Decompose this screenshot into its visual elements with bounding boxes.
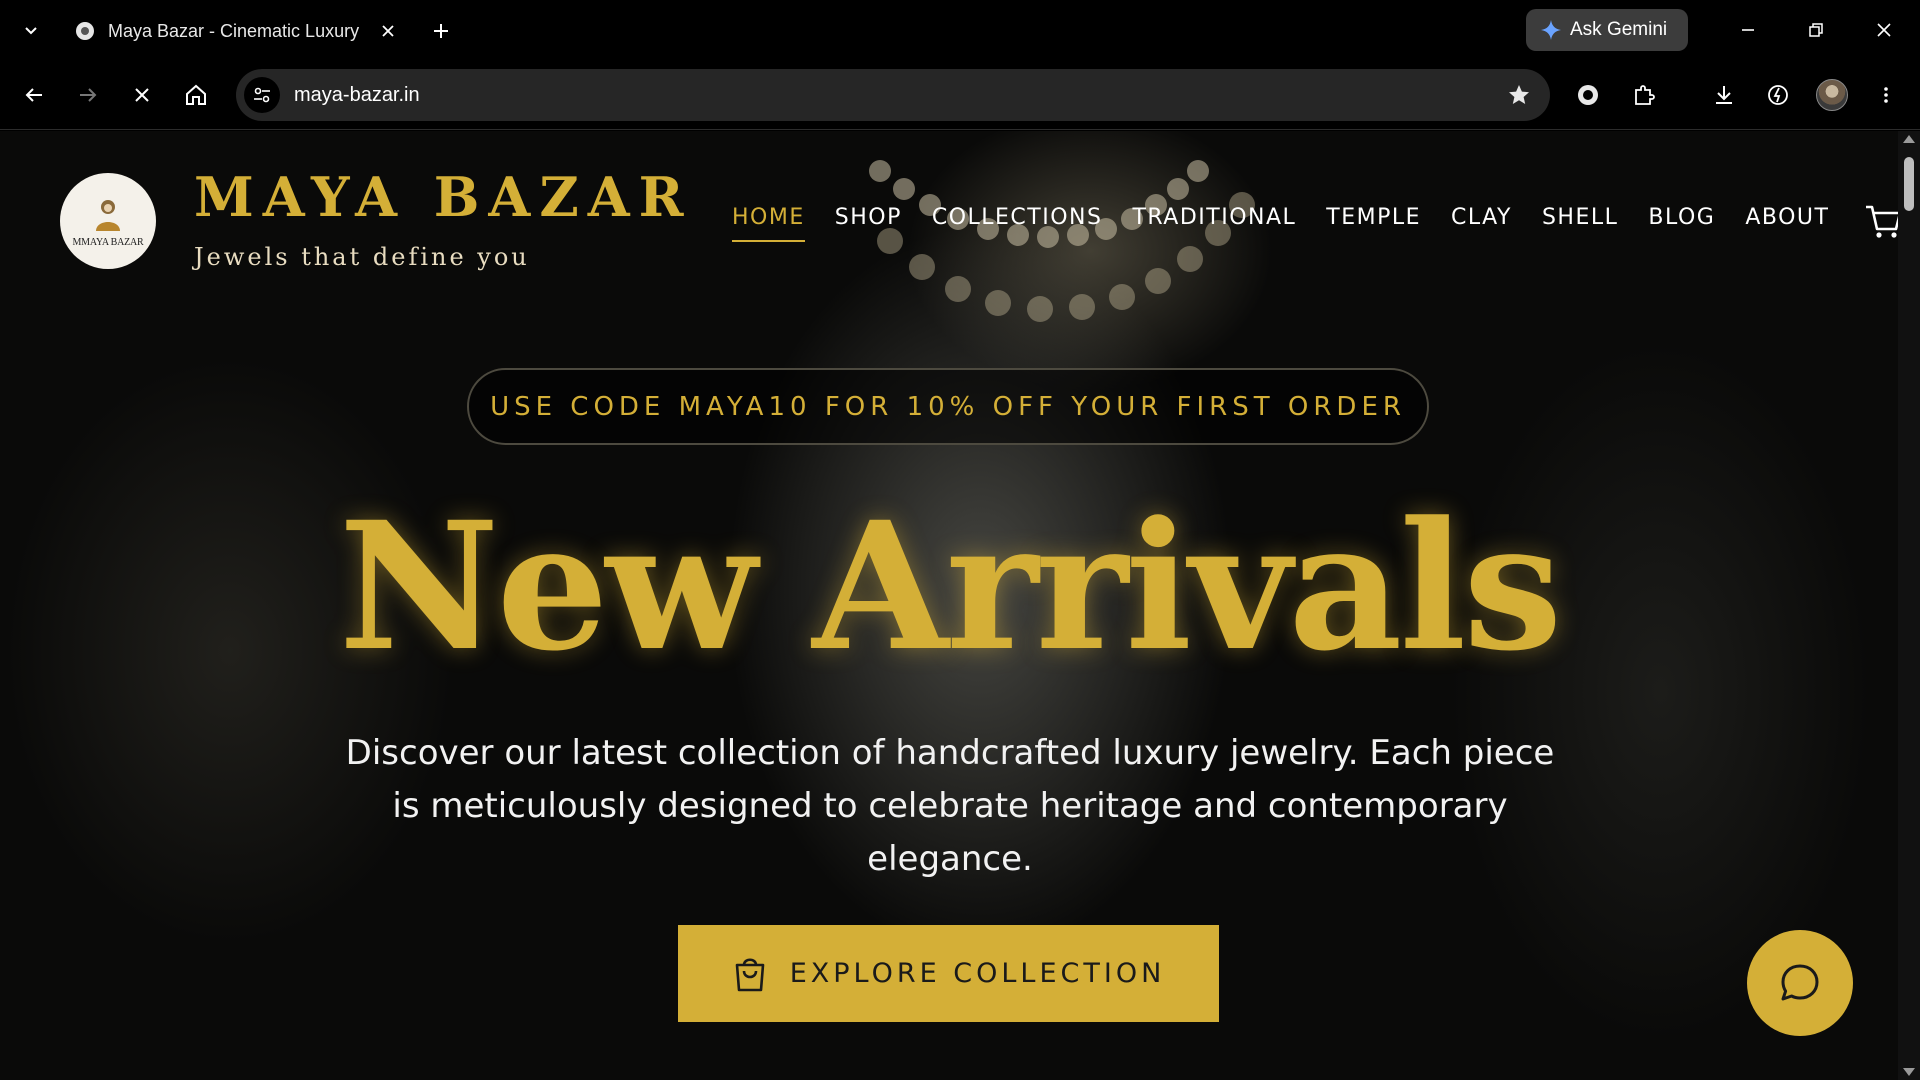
brand-name[interactable]: MAYA BAZAR xyxy=(194,165,693,229)
tune-icon xyxy=(254,87,270,103)
performance-button[interactable] xyxy=(1758,75,1798,115)
nav-item-temple[interactable]: TEMPLE xyxy=(1326,205,1421,242)
chat-bubble-icon xyxy=(1781,964,1819,1001)
pearl-necklace-image xyxy=(869,160,1255,322)
page-scrollbar[interactable] xyxy=(1898,131,1920,1080)
promo-banner: USE CODE MAYA10 FOR 10% OFF YOUR FIRST O… xyxy=(467,368,1429,445)
close-icon xyxy=(382,25,394,37)
chevron-down-icon xyxy=(25,27,37,35)
scrollbar-thumb[interactable] xyxy=(1904,157,1914,211)
promo-text: USE CODE MAYA10 FOR 10% OFF YOUR FIRST O… xyxy=(490,391,1406,422)
tab-close-button[interactable] xyxy=(376,19,400,43)
browser-tab[interactable]: Maya Bazar - Cinematic Luxury xyxy=(62,8,410,54)
explore-collection-label: EXPLORE COLLECTION xyxy=(789,958,1166,989)
close-icon xyxy=(1877,23,1891,37)
downloads-button[interactable] xyxy=(1704,75,1744,115)
speedometer-icon xyxy=(1768,85,1788,105)
back-button[interactable] xyxy=(14,75,54,115)
profile-button[interactable] xyxy=(1812,75,1852,115)
hero-description: Discover our latest collection of handcr… xyxy=(345,733,1555,879)
gemini-sparkle-icon xyxy=(1541,20,1561,40)
browser-menu-button[interactable] xyxy=(1866,75,1906,115)
browser-toolbar: maya-bazar.in xyxy=(0,60,1920,130)
star-icon xyxy=(1509,85,1529,104)
nav-item-traditional[interactable]: TRADITIONAL xyxy=(1132,205,1296,242)
stop-loading-button[interactable] xyxy=(122,75,162,115)
forward-button[interactable] xyxy=(68,75,108,115)
more-vertical-icon xyxy=(1884,87,1888,103)
extensions-button[interactable] xyxy=(1624,75,1664,115)
arrow-left-icon xyxy=(25,88,42,102)
nav-item-about[interactable]: ABOUT xyxy=(1745,205,1829,242)
logo-figure-icon xyxy=(96,199,120,231)
nav-item-shop[interactable]: SHOP xyxy=(835,205,902,242)
arrow-right-icon xyxy=(80,88,97,102)
site-info-button[interactable] xyxy=(244,77,280,113)
nav-item-blog[interactable]: BLOG xyxy=(1648,205,1715,242)
ask-gemini-button[interactable]: Ask Gemini xyxy=(1526,9,1688,51)
new-tab-button[interactable] xyxy=(424,14,458,48)
site-logo[interactable]: MMAYA BAZAR xyxy=(60,173,156,269)
home-button[interactable] xyxy=(176,75,216,115)
scroll-up-arrow-icon[interactable] xyxy=(1903,135,1915,143)
download-icon xyxy=(1716,86,1732,104)
nav-item-clay[interactable]: CLAY xyxy=(1451,205,1512,242)
minimize-icon xyxy=(1742,29,1754,31)
puzzle-icon xyxy=(1635,85,1655,105)
nav-item-home[interactable]: HOME xyxy=(732,205,805,242)
main-nav: HOME SHOP COLLECTIONS TRADITIONAL TEMPLE… xyxy=(732,205,1859,242)
minimize-button[interactable] xyxy=(1722,10,1774,50)
avatar xyxy=(1816,79,1848,111)
logo-text: MMAYA BAZAR xyxy=(72,236,144,248)
explore-collection-button[interactable]: EXPLORE COLLECTION xyxy=(678,925,1219,1022)
cart-icon[interactable] xyxy=(1864,201,1898,241)
browser-tabbar: Maya Bazar - Cinematic Luxury Ask Gemini xyxy=(0,0,1920,60)
bookmark-star-button[interactable] xyxy=(1506,82,1532,108)
shopping-bag-icon xyxy=(735,957,765,991)
close-icon xyxy=(135,88,149,102)
plus-icon xyxy=(434,24,448,38)
tab-title: Maya Bazar - Cinematic Luxury xyxy=(108,20,360,41)
restore-icon xyxy=(1809,23,1823,37)
home-icon xyxy=(186,84,206,105)
ask-gemini-label: Ask Gemini xyxy=(1570,19,1668,40)
extension-button-1[interactable] xyxy=(1568,75,1608,115)
address-bar[interactable]: maya-bazar.in xyxy=(236,69,1550,121)
web-page: MMAYA BAZAR MAYA BAZAR Jewels that defin… xyxy=(0,131,1898,1080)
chat-button[interactable] xyxy=(1747,930,1853,1036)
scroll-down-arrow-icon[interactable] xyxy=(1903,1068,1915,1076)
url-text: maya-bazar.in xyxy=(294,83,420,106)
extension-circle-icon xyxy=(1578,85,1598,105)
restore-button[interactable] xyxy=(1790,10,1842,50)
hero-title: New Arrivals xyxy=(338,483,1563,690)
tab-search-button[interactable] xyxy=(14,14,48,48)
close-window-button[interactable] xyxy=(1858,10,1910,50)
nav-item-shell[interactable]: SHELL xyxy=(1542,205,1618,242)
brand-tagline: Jewels that define you xyxy=(194,243,530,271)
site-favicon-icon xyxy=(76,22,94,40)
nav-item-collections[interactable]: COLLECTIONS xyxy=(932,205,1103,242)
